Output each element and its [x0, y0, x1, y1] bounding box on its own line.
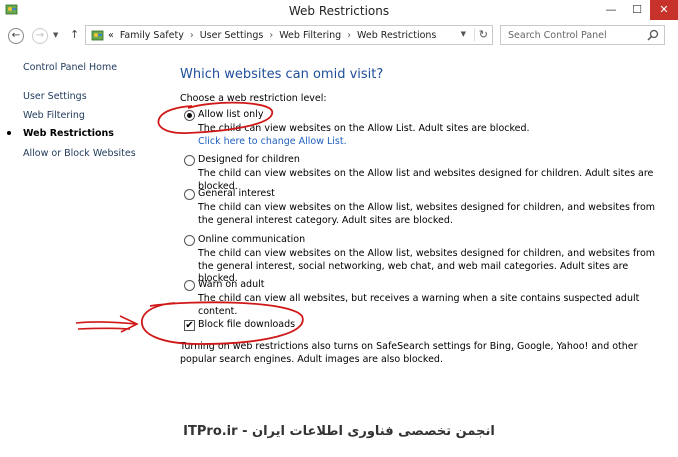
breadcrumb-web-restrictions[interactable]: Web Restrictions: [357, 30, 436, 41]
option-label[interactable]: General interest: [198, 188, 275, 199]
title-bar: Web Restrictions — ☐ ✕: [0, 0, 678, 22]
option-description: The child can view all websites, but rec…: [198, 293, 640, 317]
annotation-arrow: [75, 315, 139, 333]
search-icon[interactable]: [647, 29, 659, 41]
radio-allow-list-only[interactable]: [184, 110, 195, 121]
refresh-button[interactable]: ↻: [473, 28, 488, 41]
sidebar-item-allow-or-block-websites[interactable]: Allow or Block Websites: [23, 148, 136, 159]
breadcrumb-web-filtering[interactable]: Web Filtering: [279, 30, 341, 41]
breadcrumb-separator[interactable]: ›: [190, 30, 194, 41]
control-panel-icon: [91, 30, 104, 41]
address-dropdown[interactable]: ▼: [461, 30, 466, 38]
checkbox-label[interactable]: Block file downloads: [198, 319, 295, 330]
up-button[interactable]: ↑: [70, 28, 79, 41]
sidebar-item-user-settings[interactable]: User Settings: [23, 91, 87, 102]
option-description: The child can view websites on the Allow…: [198, 248, 656, 284]
option-description: The child can view websites on the Allow…: [198, 123, 530, 134]
change-allow-list-link[interactable]: Click here to change Allow List.: [198, 136, 347, 147]
sidebar-item-web-restrictions: Web Restrictions: [7, 128, 114, 139]
recent-pages-dropdown[interactable]: ▼: [53, 31, 58, 39]
maximize-button[interactable]: ☐: [624, 0, 650, 20]
breadcrumb-family-safety[interactable]: Family Safety: [120, 30, 184, 41]
forward-button[interactable]: →: [32, 28, 48, 44]
minimize-button[interactable]: —: [598, 0, 624, 20]
navigation-bar: ← → ▼ ↑ « Family Safety › User Settings …: [0, 22, 678, 48]
radio-designed-for-children[interactable]: [184, 155, 195, 166]
breadcrumb-user-settings[interactable]: User Settings: [200, 30, 264, 41]
address-bar[interactable]: « Family Safety › User Settings › Web Fi…: [85, 25, 493, 45]
option-label[interactable]: Designed for children: [198, 154, 300, 165]
search-input[interactable]: Search Control Panel: [500, 25, 665, 45]
sidebar-item-label: Web Restrictions: [23, 128, 114, 139]
breadcrumb-overflow[interactable]: «: [108, 30, 114, 41]
option-label[interactable]: Allow list only: [198, 109, 263, 120]
close-button[interactable]: ✕: [650, 0, 678, 20]
block-file-downloads-checkbox[interactable]: ✔: [184, 320, 195, 331]
page-title: Which websites can omid visit?: [180, 67, 384, 82]
radio-online-communication[interactable]: [184, 235, 195, 246]
safesearch-note: Turning on web restrictions also turns o…: [180, 341, 638, 365]
breadcrumb-separator[interactable]: ›: [347, 30, 351, 41]
back-button[interactable]: ←: [8, 28, 24, 44]
breadcrumb: « Family Safety › User Settings › Web Fi…: [108, 30, 439, 41]
option-label[interactable]: Warn on adult: [198, 279, 264, 290]
radio-general-interest[interactable]: [184, 189, 195, 200]
option-label[interactable]: Online communication: [198, 234, 305, 245]
option-description: The child can view websites on the Allow…: [198, 202, 656, 226]
watermark: ITPro.ir - انجمن تخصصی فناوری اطلاعات ای…: [183, 424, 495, 439]
current-page-bullet: [7, 131, 11, 135]
search-placeholder: Search Control Panel: [508, 30, 607, 41]
window-title: Web Restrictions: [288, 4, 390, 18]
breadcrumb-separator[interactable]: ›: [269, 30, 273, 41]
radio-warn-on-adult[interactable]: [184, 280, 195, 291]
restriction-level-prompt: Choose a web restriction level:: [180, 93, 327, 104]
sidebar-control-panel-home[interactable]: Control Panel Home: [23, 62, 117, 73]
sidebar-item-web-filtering[interactable]: Web Filtering: [23, 110, 85, 121]
